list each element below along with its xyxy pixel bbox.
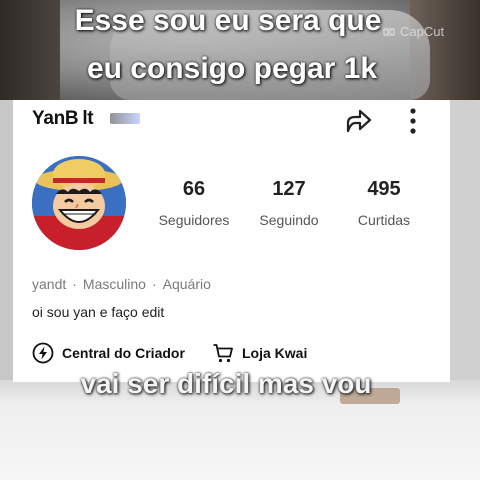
capcut-watermark: CapCut xyxy=(382,24,444,39)
followers-stat[interactable]: 66 Seguidores xyxy=(149,178,239,228)
following-label: Seguindo xyxy=(259,212,319,228)
username-text: YanB xyxy=(32,108,79,129)
watermark-text: CapCut xyxy=(400,24,445,39)
profile-sign: Aquário xyxy=(162,276,211,292)
followers-count: 66 xyxy=(182,178,206,200)
cart-icon xyxy=(213,344,233,363)
shop-button[interactable]: Loja Kwai xyxy=(212,342,307,364)
lightning-icon xyxy=(32,342,54,364)
likes-label: Curtidas xyxy=(357,212,411,228)
profile-meta: yandt · Masculino · Aquário xyxy=(32,276,211,292)
likes-count: 495 xyxy=(367,178,401,200)
followers-label: Seguidores xyxy=(158,212,230,228)
meta-separator: · xyxy=(151,276,157,292)
likes-stat[interactable]: 495 Curtidas xyxy=(339,178,429,228)
more-options-button[interactable] xyxy=(405,106,421,136)
following-stat[interactable]: 127 Seguindo xyxy=(244,178,334,228)
profile-bio: oi sou yan e faço edit xyxy=(32,304,165,320)
profile-card: YanB lt 66 Seguidores 127 Seguindo 495 C… xyxy=(13,100,450,382)
caption-bottom: vai ser difícil mas vou xyxy=(80,368,372,399)
luffy-avatar-icon xyxy=(32,156,126,250)
creator-center-button[interactable]: Central do Criador xyxy=(32,342,185,364)
avatar[interactable] xyxy=(32,156,126,250)
share-button[interactable] xyxy=(343,106,373,136)
profile-handle: yandt xyxy=(32,276,67,292)
caption-line-2: eu consigo pegar 1k xyxy=(86,52,378,85)
capcut-logo-icon xyxy=(383,27,395,36)
share-icon xyxy=(346,109,372,133)
profile-gender: Masculino xyxy=(82,276,146,292)
username-badge-icon xyxy=(110,113,140,124)
meta-separator: · xyxy=(72,276,77,292)
following-count: 127 xyxy=(272,178,306,200)
more-vertical-icon xyxy=(410,108,416,134)
video-background-side-left xyxy=(0,100,14,380)
shop-label: Loja Kwai xyxy=(242,345,308,361)
profile-username: YanB lt xyxy=(32,108,94,130)
username-text-rest: lt xyxy=(82,108,94,129)
creator-center-label: Central do Criador xyxy=(62,345,185,361)
video-background-side-right xyxy=(450,100,480,380)
